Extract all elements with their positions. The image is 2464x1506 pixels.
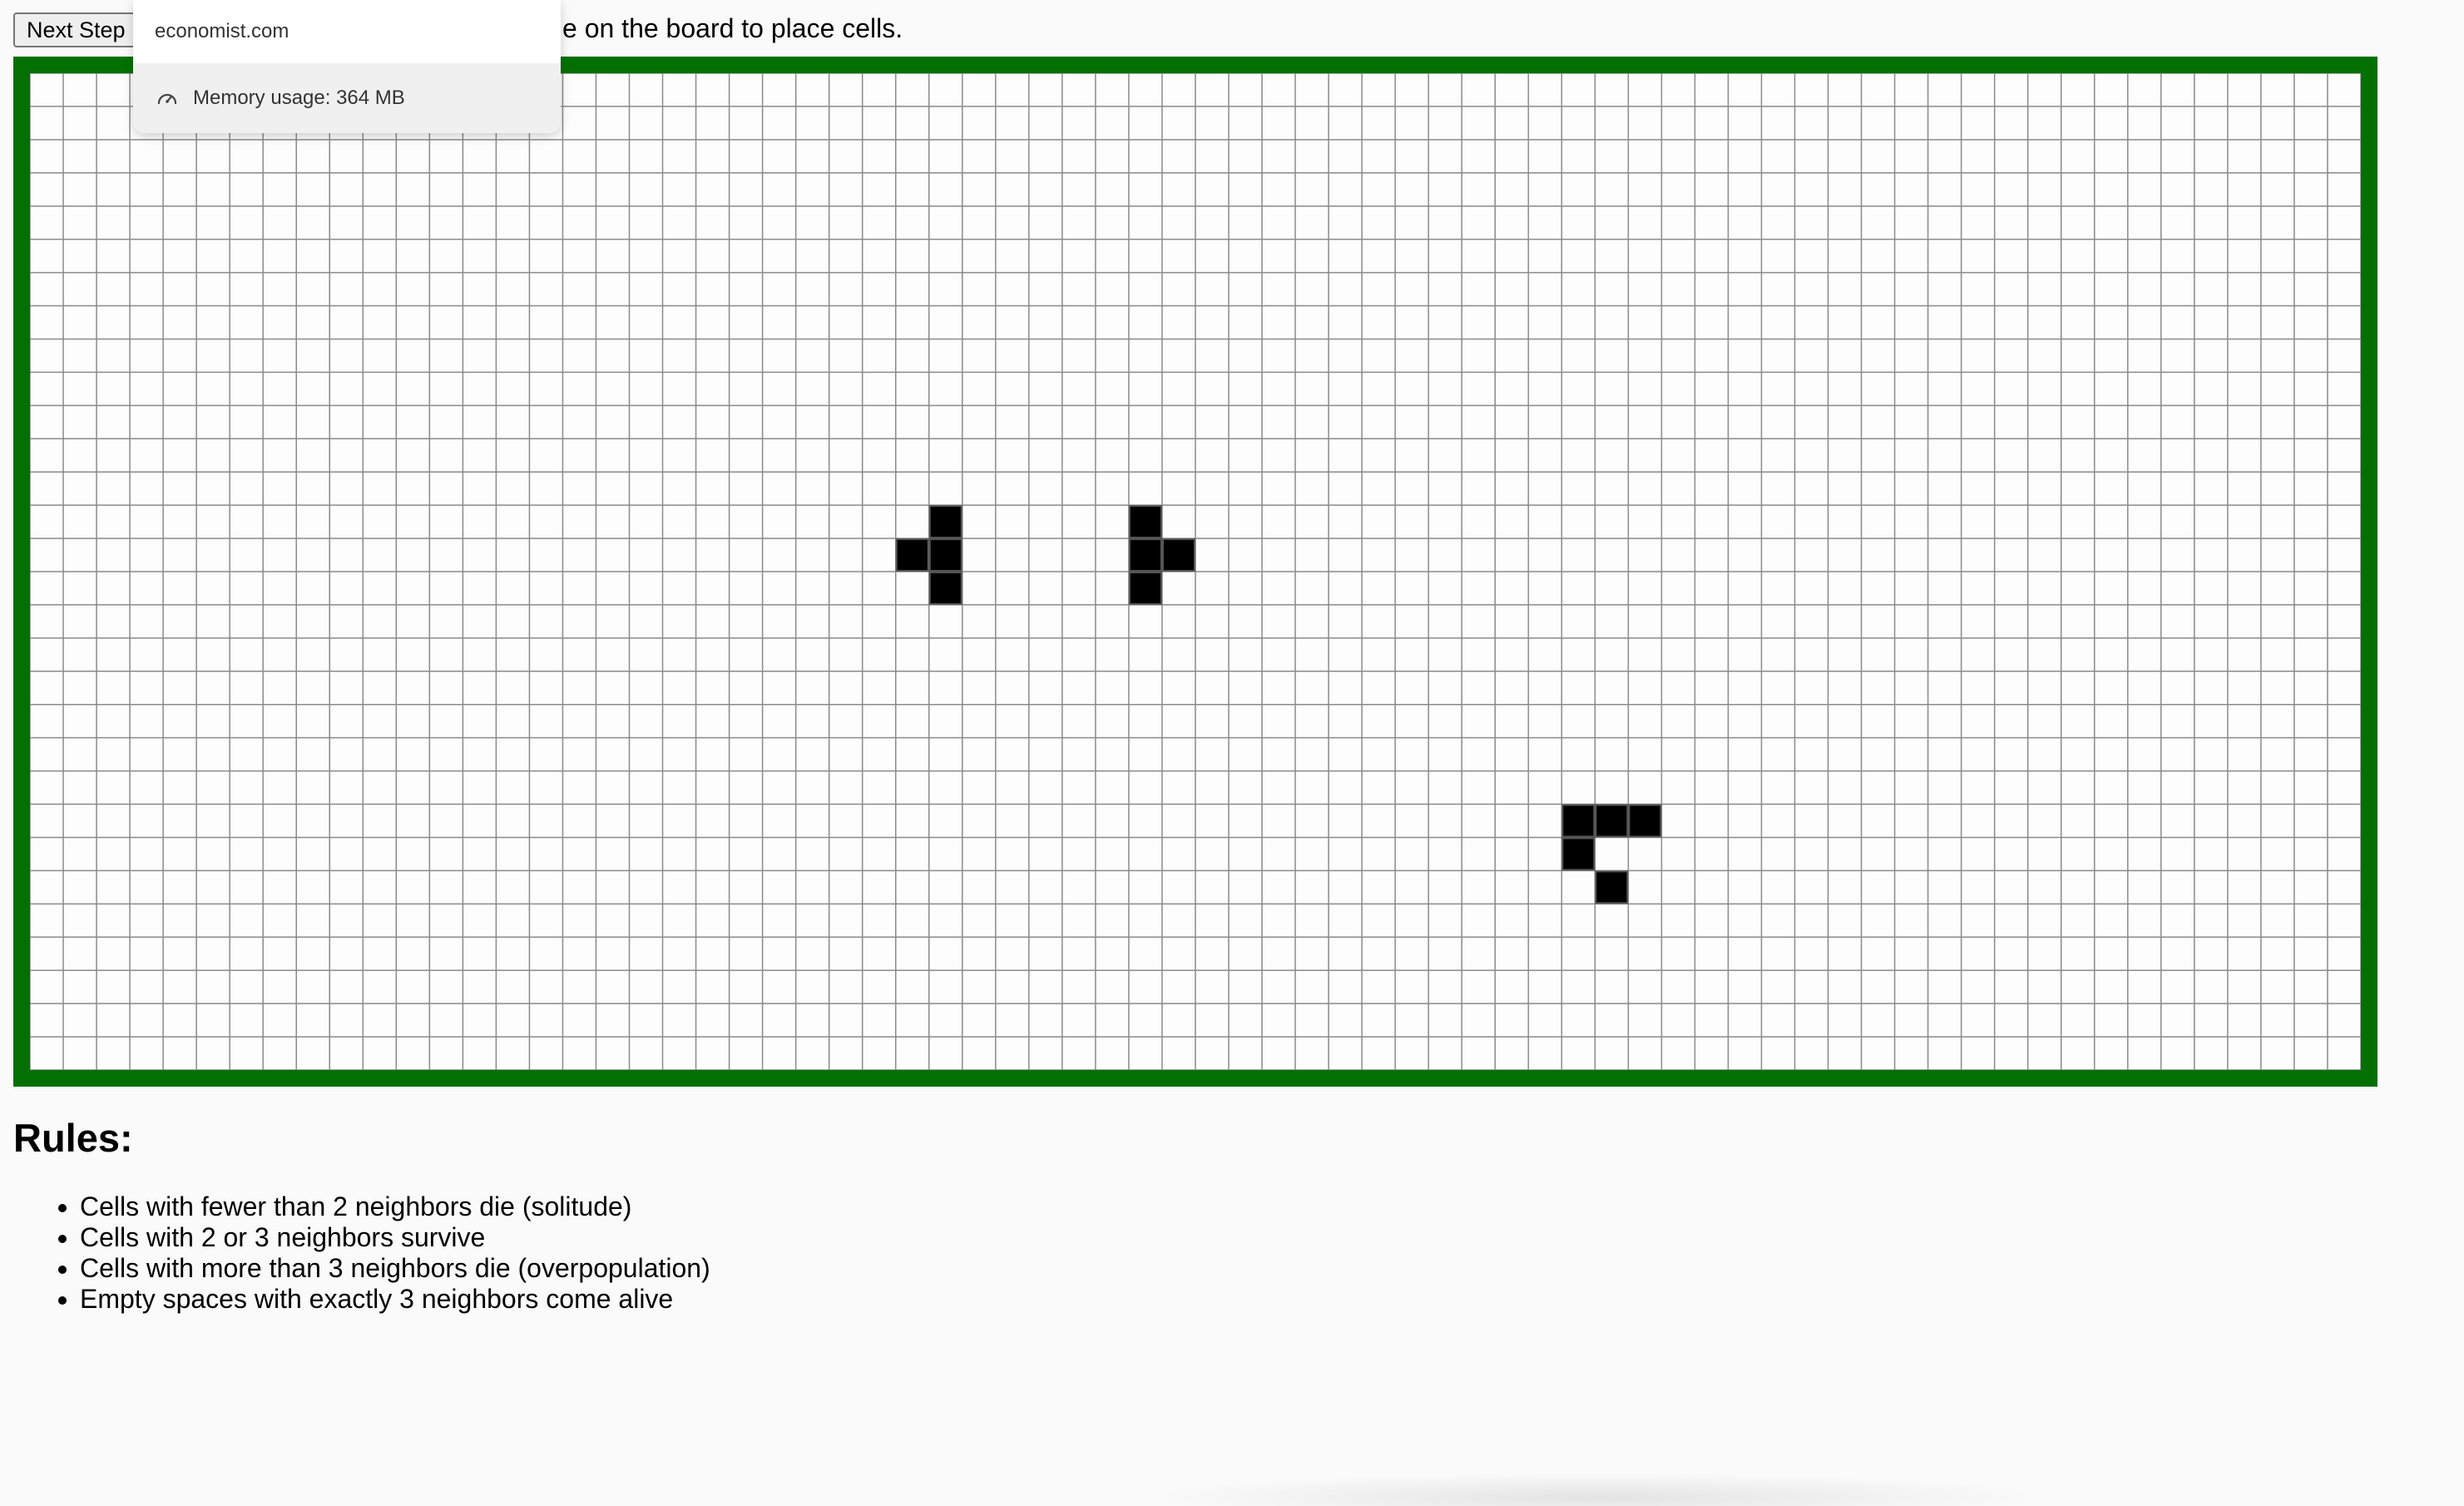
live-cell[interactable] (928, 538, 962, 572)
live-cell[interactable] (1561, 837, 1596, 871)
live-cell[interactable] (1595, 804, 1629, 838)
popover-site-name: economist.com (133, 0, 561, 63)
live-cell[interactable] (1128, 505, 1162, 539)
instructions-text: e on the board to place cells. (562, 13, 903, 43)
live-cell[interactable] (1128, 572, 1162, 605)
memory-usage-label: Memory usage: 364 MB (193, 87, 405, 109)
rules-heading: Rules: (13, 1116, 133, 1160)
live-cell[interactable] (1561, 804, 1596, 838)
popover-memory-row: Memory usage: 364 MB (133, 63, 561, 133)
rule-item: Cells with 2 or 3 neighbors survive (80, 1222, 710, 1253)
live-cell[interactable] (1161, 538, 1196, 572)
next-step-button[interactable]: Next Step (13, 12, 139, 47)
board-grid[interactable] (30, 73, 2361, 1070)
gauge-icon (155, 86, 180, 111)
bottom-shadow (1148, 1473, 2046, 1506)
page: Next Step e on the board to place cells.… (0, 0, 2464, 1506)
rule-item: Cells with fewer than 2 neighbors die (s… (80, 1191, 710, 1222)
game-board (13, 57, 2377, 1087)
rule-item: Cells with more than 3 neighbors die (ov… (80, 1253, 710, 1284)
rule-item: Empty spaces with exactly 3 neighbors co… (80, 1284, 710, 1315)
live-cell[interactable] (895, 538, 929, 572)
live-cell[interactable] (1128, 538, 1162, 572)
live-cell[interactable] (1628, 804, 1662, 838)
site-info-popover: economist.com Memory usage: 364 MB (133, 0, 561, 133)
live-cell[interactable] (928, 572, 962, 605)
live-cell[interactable] (1595, 870, 1629, 904)
rules-list: Cells with fewer than 2 neighbors die (s… (47, 1191, 710, 1315)
live-cell[interactable] (928, 505, 962, 539)
